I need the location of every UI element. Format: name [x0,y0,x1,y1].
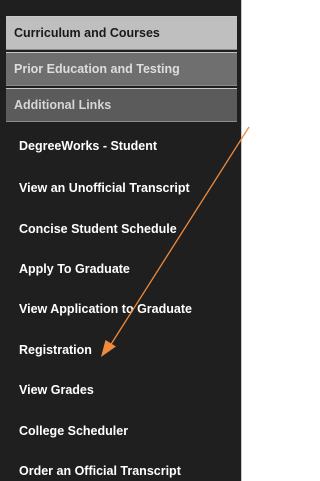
section-prior-education-and-testing[interactable]: Prior Education and Testing [6,52,237,86]
section-curriculum-and-courses[interactable]: Curriculum and Courses [6,16,237,50]
link-degreeworks-student[interactable]: DegreeWorks - Student [19,136,234,156]
sidebar-panel: Curriculum and Courses Prior Education a… [0,0,242,481]
section-additional-links[interactable]: Additional Links [6,88,237,122]
link-apply-to-graduate[interactable]: Apply To Graduate [19,259,234,279]
link-view-unofficial-transcript[interactable]: View an Unofficial Transcript [19,178,234,198]
link-registration[interactable]: Registration [19,340,234,360]
link-concise-student-schedule[interactable]: Concise Student Schedule [19,219,234,239]
link-order-official-transcript[interactable]: Order an Official Transcript [19,461,234,481]
link-college-scheduler[interactable]: College Scheduler [19,421,234,441]
link-view-application-to-graduate[interactable]: View Application to Graduate [19,299,234,319]
link-view-grades[interactable]: View Grades [19,380,234,400]
